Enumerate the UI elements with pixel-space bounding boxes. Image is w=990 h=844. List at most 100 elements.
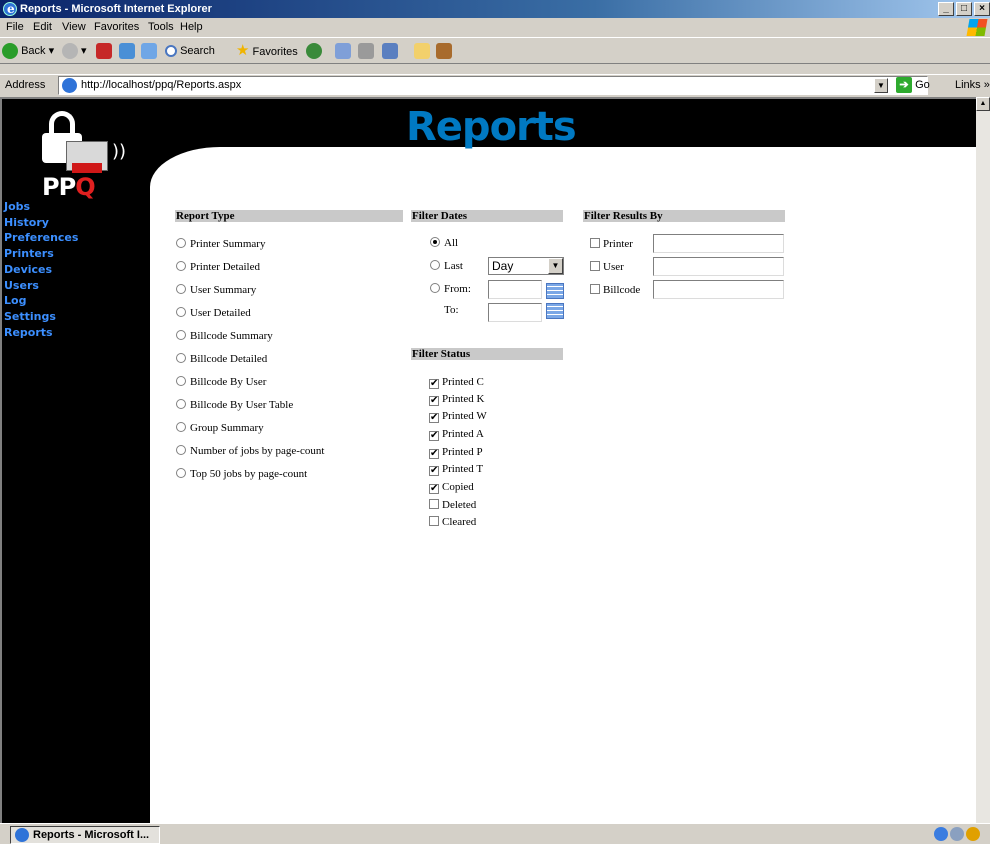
filter-billcode[interactable]: Billcode (590, 283, 640, 297)
report-type-option[interactable]: Billcode Summary (176, 329, 273, 343)
radio-button[interactable] (176, 307, 186, 317)
report-type-option[interactable]: Billcode By User (176, 375, 266, 389)
nav-devices[interactable]: Devices (4, 262, 78, 278)
messenger-icon[interactable] (436, 43, 452, 59)
search-button[interactable]: Search (165, 43, 215, 61)
status-checkbox-item[interactable]: ✔ Printed K (429, 392, 484, 406)
nav-log[interactable]: Log (4, 293, 78, 309)
filter-dates-from[interactable]: From: (430, 282, 471, 296)
report-type-option[interactable]: User Summary (176, 283, 256, 297)
settings-icon[interactable] (966, 827, 980, 841)
menu-view[interactable]: View (62, 21, 86, 33)
checkbox[interactable]: ✔ (429, 431, 439, 441)
filter-dates-last[interactable]: Last (430, 259, 463, 273)
from-date-input[interactable] (488, 280, 542, 299)
mail-icon[interactable] (335, 43, 351, 59)
checkbox[interactable] (590, 238, 600, 248)
menu-help[interactable]: Help (180, 21, 203, 33)
radio-button-from[interactable] (430, 283, 440, 293)
history-icon[interactable] (306, 43, 322, 59)
menu-edit[interactable]: Edit (33, 21, 52, 33)
status-checkbox-item[interactable]: ✔ Printed A (429, 427, 484, 441)
home-icon[interactable] (141, 43, 157, 59)
checkbox[interactable]: ✔ (429, 379, 439, 389)
calendar-icon[interactable] (544, 281, 564, 299)
report-type-option[interactable]: Number of jobs by page-count (176, 444, 324, 458)
filter-printer[interactable]: Printer (590, 237, 633, 251)
nav-printers[interactable]: Printers (4, 246, 78, 262)
back-button[interactable]: Back ▾ (2, 43, 54, 61)
billcode-filter-input[interactable] (653, 280, 784, 299)
security-icon[interactable] (950, 827, 964, 841)
nav-reports[interactable]: Reports (4, 325, 78, 341)
radio-button[interactable] (176, 330, 186, 340)
checkbox[interactable] (429, 516, 439, 526)
scroll-up-button[interactable]: ▲ (976, 97, 990, 111)
menu-file[interactable]: File (6, 21, 24, 33)
status-checkbox-item[interactable]: ✔ Printed W (429, 409, 487, 423)
checkbox[interactable]: ✔ (429, 396, 439, 406)
last-period-select[interactable]: Day ▼ (488, 257, 564, 275)
status-checkbox-item[interactable]: ✔ Printed C (429, 375, 484, 389)
favorites-button[interactable]: ★ Favorites (236, 43, 298, 61)
to-date-input[interactable] (488, 303, 542, 322)
address-input[interactable]: http://localhost/ppq/Reports.aspx (58, 76, 928, 95)
filter-user[interactable]: User (590, 260, 624, 274)
radio-button[interactable] (176, 445, 186, 455)
radio-button[interactable] (176, 238, 186, 248)
status-checkbox-item[interactable]: ✔ Printed P (429, 445, 483, 459)
nav-users[interactable]: Users (4, 278, 78, 294)
radio-button-all[interactable] (430, 237, 440, 247)
printer-filter-input[interactable] (653, 234, 784, 253)
radio-button-last[interactable] (430, 260, 440, 270)
links-button[interactable]: Links » (955, 79, 990, 91)
checkbox[interactable] (429, 499, 439, 509)
status-checkbox-item[interactable]: ✔ Printed T (429, 462, 483, 476)
folder-icon[interactable] (414, 43, 430, 59)
nav-settings[interactable]: Settings (4, 309, 78, 325)
report-type-option[interactable]: Printer Summary (176, 237, 265, 251)
vertical-scrollbar[interactable]: ▲ (976, 97, 990, 823)
radio-button[interactable] (176, 353, 186, 363)
checkbox[interactable] (590, 284, 600, 294)
radio-button[interactable] (176, 376, 186, 386)
report-type-option[interactable]: Printer Detailed (176, 260, 260, 274)
status-checkbox-item[interactable]: Cleared (429, 515, 476, 529)
menu-tools[interactable]: Tools (148, 21, 174, 33)
nav-preferences[interactable]: Preferences (4, 230, 78, 246)
radio-button[interactable] (176, 261, 186, 271)
menu-favorites[interactable]: Favorites (94, 21, 139, 33)
report-type-option[interactable]: User Detailed (176, 306, 251, 320)
close-button[interactable]: × (974, 2, 990, 16)
print-icon[interactable] (358, 43, 374, 59)
maximize-button[interactable]: □ (956, 2, 972, 16)
report-type-option[interactable]: Top 50 jobs by page-count (176, 467, 307, 481)
minimize-button[interactable]: _ (938, 2, 954, 16)
checkbox[interactable] (590, 261, 600, 271)
radio-button[interactable] (176, 399, 186, 409)
report-type-option[interactable]: Billcode By User Table (176, 398, 293, 412)
checkbox[interactable]: ✔ (429, 449, 439, 459)
report-type-option[interactable]: Billcode Detailed (176, 352, 267, 366)
network-icon[interactable] (934, 827, 948, 841)
filter-dates-all[interactable]: All (430, 236, 458, 250)
calendar-icon[interactable] (544, 301, 564, 319)
checkbox[interactable]: ✔ (429, 484, 439, 494)
chevron-down-icon[interactable]: ▼ (548, 258, 563, 274)
word-edit-icon[interactable] (382, 43, 398, 59)
stop-icon[interactable] (96, 43, 112, 59)
status-checkbox-item[interactable]: Deleted (429, 498, 476, 512)
nav-jobs[interactable]: Jobs (4, 199, 78, 215)
radio-button[interactable] (176, 284, 186, 294)
radio-button[interactable] (176, 468, 186, 478)
address-dropdown-button[interactable]: ▼ (874, 78, 888, 93)
refresh-icon[interactable] (119, 43, 135, 59)
forward-button[interactable]: ▾ (62, 43, 87, 61)
taskbar-item-reports[interactable]: Reports - Microsoft I... (10, 826, 160, 844)
user-filter-input[interactable] (653, 257, 784, 276)
report-type-option[interactable]: Group Summary (176, 421, 264, 435)
go-button[interactable]: ➔ Go (896, 77, 930, 93)
checkbox[interactable]: ✔ (429, 413, 439, 423)
checkbox[interactable]: ✔ (429, 466, 439, 476)
nav-history[interactable]: History (4, 215, 78, 231)
